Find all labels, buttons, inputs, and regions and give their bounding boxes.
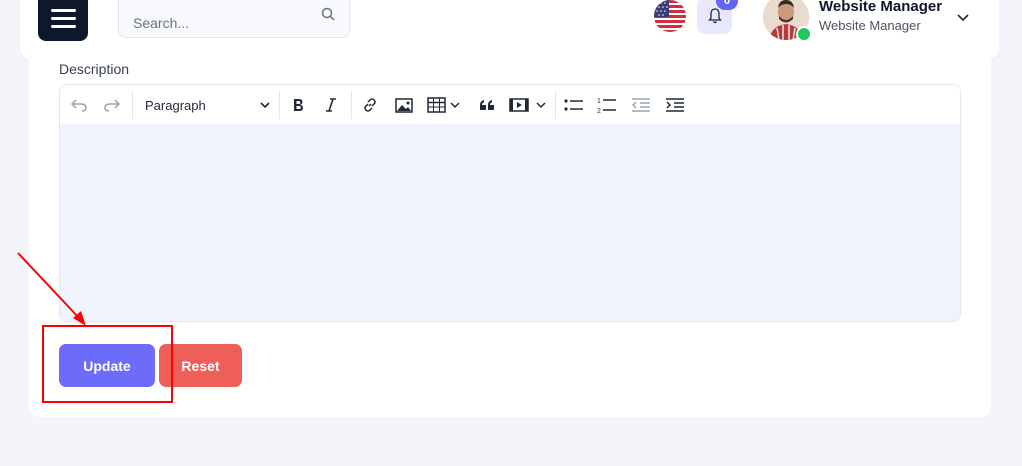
numbered-list-icon[interactable]: 12 [596,93,618,117]
chevron-down-icon[interactable] [956,10,970,28]
search-icon[interactable] [321,7,335,26]
table-icon[interactable] [427,93,465,117]
us-flag-icon[interactable] [654,0,686,32]
toolbar-divider [351,91,352,119]
user-name: Website Manager [819,0,943,15]
paragraph-format-dropdown[interactable]: Paragraph [145,94,271,116]
search-input[interactable] [119,0,323,45]
toolbar-divider [132,91,133,119]
indent-icon[interactable] [664,93,686,117]
image-icon[interactable] [394,93,414,117]
undo-icon[interactable] [68,93,90,117]
description-label: Description [59,61,130,77]
menu-toggle-button[interactable] [38,0,88,41]
quote-icon[interactable] [477,93,497,117]
search-box [118,0,350,45]
link-icon[interactable] [360,93,380,117]
bold-icon[interactable] [288,93,308,117]
hamburger-icon-bar [50,25,76,28]
editor-toolbar: Paragraph 1 2 [60,85,960,125]
svg-text:1: 1 [597,98,601,105]
italic-icon[interactable] [321,93,341,117]
toolbar-divider [555,91,556,119]
toolbar-divider [279,91,280,119]
bell-icon [707,8,722,24]
hamburger-icon-bar [50,17,76,20]
bulleted-list-icon[interactable] [563,93,585,117]
annotation-highlight-box [42,325,173,403]
paragraph-format-label: Paragraph [145,97,206,113]
user-role: Website Manager [819,18,921,33]
media-icon[interactable] [509,93,549,117]
hamburger-icon-bar [50,9,76,12]
editor-content-area[interactable] [60,124,960,321]
rich-text-editor: Paragraph 1 2 [59,84,961,322]
redo-icon[interactable] [101,93,123,117]
outdent-icon[interactable] [630,93,652,117]
svg-text:2: 2 [597,108,601,114]
chevron-down-icon [259,99,271,114]
online-status-dot [796,26,812,42]
